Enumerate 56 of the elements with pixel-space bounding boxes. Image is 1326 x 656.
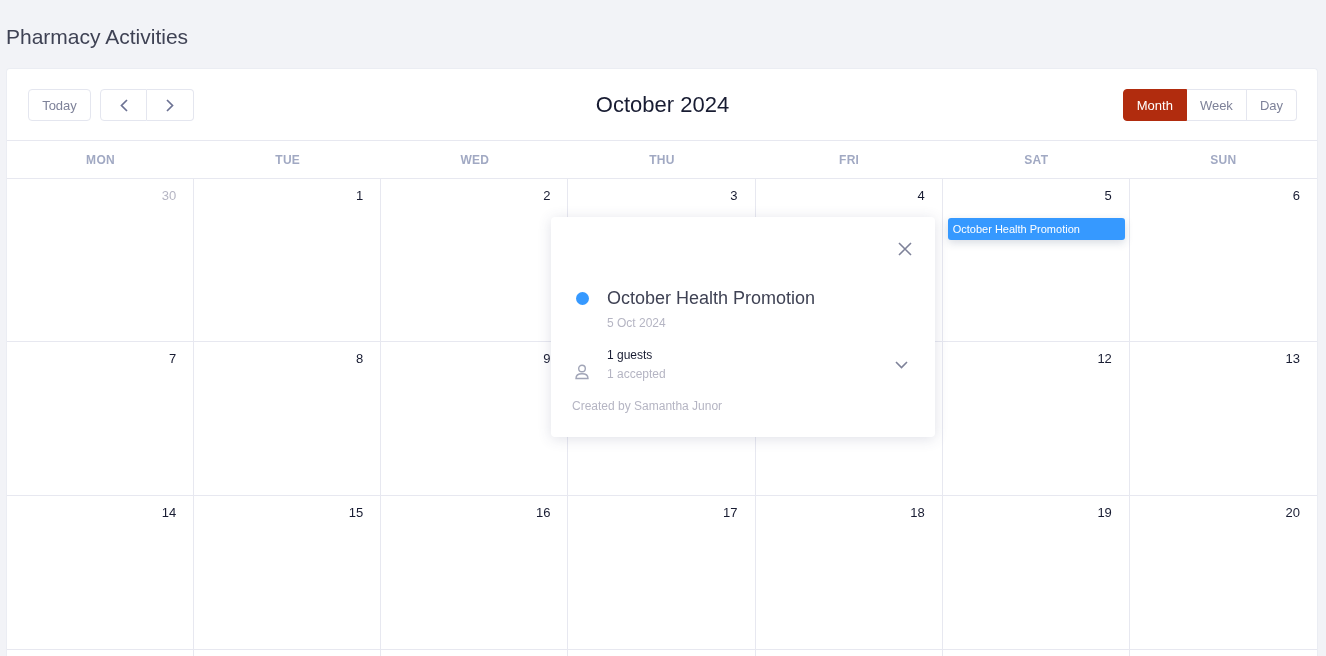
day-number: 15 bbox=[348, 505, 364, 521]
month-title: October 2024 bbox=[595, 91, 730, 119]
weekday-label: SUN bbox=[1210, 152, 1237, 167]
chevron-down-icon[interactable] bbox=[895, 360, 908, 369]
day-number: 18 bbox=[910, 505, 925, 521]
day-cell[interactable]: 6 bbox=[1129, 179, 1317, 342]
chevron-left-icon bbox=[119, 98, 128, 112]
day-number: 30 bbox=[161, 188, 177, 204]
guests-count: 1 guests bbox=[607, 347, 653, 363]
weekday-label: MON bbox=[86, 152, 115, 167]
weekday-label: WED bbox=[460, 152, 490, 167]
day-number: 2 bbox=[543, 188, 551, 204]
weekday-label: TUE bbox=[275, 152, 301, 167]
day-cell[interactable]: 13 bbox=[1129, 342, 1317, 496]
day-number: 1 bbox=[356, 188, 364, 204]
day-cell[interactable]: 7 bbox=[7, 342, 195, 496]
day-number: 19 bbox=[1097, 505, 1112, 521]
day-number: 13 bbox=[1285, 351, 1300, 367]
event-date: 5 Oct 2024 bbox=[606, 315, 666, 331]
day-cell[interactable]: 14 bbox=[7, 496, 195, 650]
day-number: 3 bbox=[730, 188, 738, 204]
day-cell[interactable]: 1 bbox=[194, 179, 382, 342]
weekday-label: THU bbox=[649, 152, 675, 167]
event-title: October Health Promotion bbox=[607, 287, 816, 310]
day-cell[interactable]: 16 bbox=[381, 496, 569, 650]
today-button[interactable]: Today bbox=[28, 89, 91, 121]
day-cell[interactable]: 8 bbox=[194, 342, 382, 496]
day-number: 4 bbox=[917, 188, 925, 204]
day-number: 14 bbox=[161, 505, 177, 521]
accepted-count: 1 accepted bbox=[607, 366, 666, 382]
day-cell[interactable]: 18 bbox=[755, 496, 943, 650]
view-tab[interactable]: Day bbox=[1246, 89, 1297, 121]
day-cell[interactable]: 12 bbox=[942, 342, 1130, 496]
day-cell[interactable]: 19 bbox=[942, 496, 1130, 650]
chevron-right-icon bbox=[166, 98, 174, 112]
day-cell[interactable]: 5 October Health Promotion bbox=[942, 179, 1130, 342]
day-number: 12 bbox=[1097, 351, 1112, 367]
weekday-label: SAT bbox=[1024, 152, 1049, 167]
day-cell[interactable]: 15 bbox=[194, 496, 382, 650]
day-cell[interactable]: 20 bbox=[1129, 496, 1317, 650]
page-title: Pharmacy Activities bbox=[6, 24, 189, 50]
view-tab[interactable]: Week bbox=[1186, 89, 1247, 121]
close-icon bbox=[898, 242, 912, 256]
day-number: 17 bbox=[723, 505, 738, 521]
day-number: 16 bbox=[535, 505, 551, 521]
day-number: 6 bbox=[1292, 188, 1300, 204]
person-icon bbox=[575, 363, 589, 380]
day-number: 8 bbox=[356, 351, 364, 367]
day-number: 9 bbox=[543, 351, 551, 367]
day-number: 20 bbox=[1285, 505, 1300, 521]
day-cell[interactable]: 17 bbox=[568, 496, 756, 650]
created-by-text: Created by Samantha Junor bbox=[572, 398, 723, 414]
view-tab[interactable]: Month bbox=[1122, 89, 1187, 121]
day-number: 5 bbox=[1104, 188, 1112, 204]
day-number: 7 bbox=[168, 351, 177, 367]
weekday-label: FRI bbox=[839, 152, 860, 167]
